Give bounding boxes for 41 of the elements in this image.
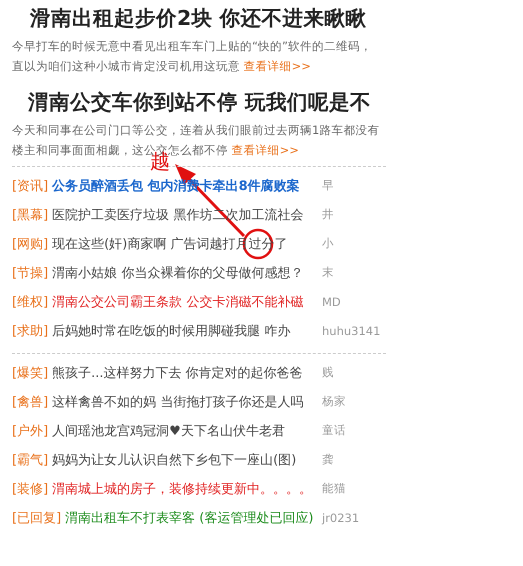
headline[interactable]: 滑南出租起步价2块 你还不进来瞅瞅	[30, 4, 386, 32]
details-link[interactable]: 查看详细>>	[232, 143, 299, 157]
author-name[interactable]: 能猫	[322, 481, 386, 496]
topic-link[interactable]: 熊孩子...这样努力下去 你肯定对的起你爸爸	[52, 364, 322, 382]
topic-link[interactable]: 渭南小姑娘 你当众裸着你的父母做何感想？	[52, 264, 322, 282]
topic-link[interactable]: 人间瑶池龙宫鸡冠洞♥天下名山伏牛老君	[52, 422, 322, 440]
author-name[interactable]: jr0231	[322, 510, 386, 524]
topic-link[interactable]: 妈妈为让女儿认识自然下乡包下一座山(图)	[52, 450, 322, 468]
author-name[interactable]: MD	[322, 294, 386, 308]
topic-link[interactable]: 后妈她时常在吃饭的时候用脚碰我腿 咋办	[52, 322, 322, 340]
category-tag[interactable]: [户外]	[12, 422, 48, 440]
topic-link[interactable]: 这样禽兽不如的妈 当街拖打孩子你还是人吗	[52, 392, 322, 410]
category-tag[interactable]: [爆笑]	[12, 364, 48, 382]
category-tag[interactable]: [黑幕]	[12, 206, 48, 224]
category-tag[interactable]: [资讯]	[12, 176, 48, 194]
author-name[interactable]: huhu3141	[322, 324, 386, 338]
author-name[interactable]: 早	[322, 178, 386, 193]
author-name[interactable]: 末	[322, 265, 386, 280]
category-tag[interactable]: [维权]	[12, 292, 48, 310]
author-name[interactable]: 龚	[322, 452, 386, 467]
summary-text: 直以为咱们这种小城市肯定没司机用这玩意	[12, 59, 240, 73]
author-name[interactable]: 井	[322, 207, 386, 222]
author-name[interactable]: 贱	[322, 365, 386, 380]
category-tag[interactable]: [已回复]	[12, 508, 62, 526]
category-tag[interactable]: [装修]	[12, 480, 48, 498]
author-name[interactable]: 童话	[322, 423, 386, 438]
category-tag[interactable]: [节操]	[12, 264, 48, 282]
summary-text: 今天和同事在公司门口等公交，连着从我们眼前过去两辆1路车都没有	[12, 123, 380, 137]
category-tag[interactable]: [求助]	[12, 322, 48, 340]
headline[interactable]: 渭南公交车你到站不停 玩我们呢是不	[28, 88, 386, 116]
author-name[interactable]: 小	[322, 236, 386, 251]
category-tag[interactable]: [禽兽]	[12, 392, 48, 410]
summary-text: 今早打车的时候无意中看见出租车车门上贴的“快的”软件的二维码，	[12, 39, 372, 53]
details-link[interactable]: 查看详细>>	[244, 59, 311, 73]
author-name[interactable]: 杨家	[322, 394, 386, 409]
category-tag[interactable]: [网购]	[12, 234, 48, 252]
category-tag[interactable]: [霸气]	[12, 450, 48, 468]
topic-link[interactable]: 医院护工卖医疗垃圾 黑作坊二次加工流社会	[52, 206, 322, 224]
topic-link[interactable]: 渭南出租车不打表宰客 (客运管理处已回应)	[65, 508, 322, 526]
topic-link[interactable]: 渭南城上城的房子，装修持续更新中。。。。	[52, 480, 322, 498]
topic-link[interactable]: 渭南公交公司霸王条款 公交卡消磁不能补磁	[52, 292, 322, 310]
